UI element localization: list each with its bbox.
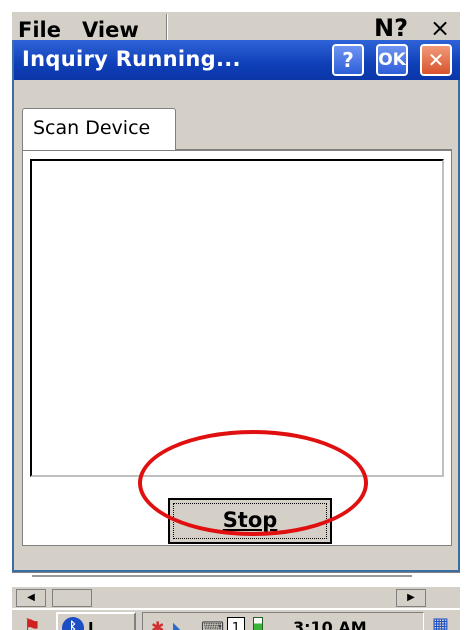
clock[interactable]: 3:10 AM: [293, 617, 367, 630]
background-text-fragment: [32, 575, 412, 581]
device-frame: File View N? × Inquiry Running... ? OK ✕…: [0, 0, 468, 630]
tab-divider: [176, 149, 452, 150]
windows-flag-icon[interactable]: ⚑: [14, 612, 50, 630]
ok-button[interactable]: OK: [376, 44, 408, 76]
horizontal-scrollbar[interactable]: ◀ ▶: [12, 586, 460, 608]
network-disconnected-icon[interactable]: ✱: [151, 617, 164, 630]
scroll-left-icon[interactable]: ◀: [16, 589, 46, 607]
input-panel-number[interactable]: 1: [227, 617, 245, 630]
whats-this-help-icon[interactable]: N?: [374, 14, 408, 42]
tab-scan-device[interactable]: Scan Device: [22, 108, 176, 150]
device-screen: File View N? × Inquiry Running... ? OK ✕…: [12, 12, 460, 630]
menu-file[interactable]: File: [18, 18, 61, 42]
taskbar-app-label: I...: [88, 619, 111, 630]
scroll-right-icon[interactable]: ▶: [396, 589, 426, 607]
connectivity-icon[interactable]: ◣: [173, 617, 185, 630]
show-desktop-icon[interactable]: ▦: [432, 614, 456, 630]
background-close-icon[interactable]: ×: [430, 14, 450, 42]
inquiry-dialog: Inquiry Running... ? OK ✕ Scan Device St…: [12, 40, 460, 572]
close-button[interactable]: ✕: [420, 44, 452, 76]
keyboard-icon[interactable]: ⌨: [201, 617, 224, 630]
tab-label: Scan Device: [33, 117, 151, 139]
battery-icon[interactable]: [253, 617, 263, 630]
menu-view[interactable]: View: [82, 18, 139, 42]
scroll-thumb[interactable]: [52, 589, 92, 607]
bluetooth-icon: ᛒ: [62, 617, 84, 630]
device-list[interactable]: [30, 159, 444, 477]
background-content: [12, 572, 460, 586]
system-tray: ✱ ◣ ⌨ 1 3:10 AM: [142, 612, 424, 630]
help-button[interactable]: ?: [332, 44, 364, 76]
stop-button-label: Stop: [222, 508, 278, 532]
taskbar-app-button[interactable]: ᛒ I...: [56, 612, 136, 630]
dialog-title: Inquiry Running...: [22, 47, 241, 71]
taskbar: ⚑ ᛒ I... ✱ ◣ ⌨ 1 3:10 AM ▦: [12, 608, 460, 630]
stop-button[interactable]: Stop: [168, 498, 332, 544]
dialog-titlebar: Inquiry Running... ? OK ✕: [14, 40, 460, 80]
